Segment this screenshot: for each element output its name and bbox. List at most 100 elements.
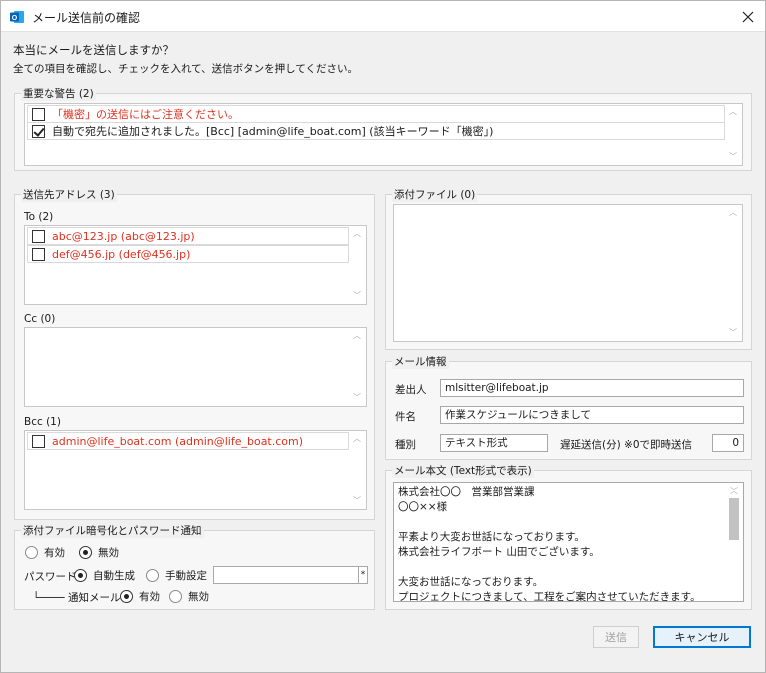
radio-button[interactable]: [74, 569, 87, 582]
cc-scrollbar[interactable]: ︿ ﹀: [349, 329, 365, 405]
bcc-list: admin@life_boat.com (admin@life_boat.com…: [24, 430, 367, 510]
radio-button[interactable]: [25, 546, 38, 559]
subject-label: 件名: [395, 411, 416, 423]
warnings-list: 「機密」の送信にはご注意ください。 自動で宛先に追加されました。[Bcc] [a…: [24, 103, 743, 166]
radio-label: 有効: [139, 591, 160, 603]
scroll-up-icon[interactable]: ︿: [728, 107, 738, 117]
cc-label: Cc (0): [24, 313, 56, 325]
notify-on-option[interactable]: 有効: [120, 589, 160, 604]
recipient-address: admin@life_boat.com (admin@life_boat.com…: [52, 434, 304, 448]
scroll-up-icon[interactable]: ︿: [728, 208, 738, 218]
encryption-group: 添付ファイル暗号化とパスワード通知 有効 無効 パスワード: 自動生成 手動設定…: [14, 523, 375, 610]
mail-body-line: 株式会社ライフボート 山田でございます。: [398, 546, 600, 558]
recipients-group: 送信先アドレス (3) To (2) abc@123.jp (abc@123.j…: [14, 187, 375, 520]
delay-label: 遅延送信(分) ※0で即時送信: [560, 439, 693, 451]
warning-checkbox[interactable]: [32, 124, 45, 138]
warning-checkbox[interactable]: [32, 107, 45, 121]
scroll-down-icon[interactable]: ﹀: [352, 496, 362, 506]
confirm-question: 本当にメールを送信しますか？: [13, 43, 174, 57]
scroll-thumb[interactable]: [729, 498, 739, 540]
recipient-checkbox[interactable]: [32, 434, 45, 448]
mail-body-label: メール本文 (Text形式で表示): [392, 463, 534, 478]
encryption-disabled-option[interactable]: 無効: [79, 545, 119, 560]
window-title: メール送信前の確認: [32, 11, 141, 25]
mail-body-line: 平素より大変お世話になっております。: [398, 531, 585, 543]
mail-info-group: メール情報 差出人 mlsitter@lifeboat.jp 件名 作業スケジュ…: [385, 354, 752, 460]
radio-button[interactable]: [120, 590, 133, 603]
radio-button[interactable]: [79, 546, 92, 559]
scroll-up-icon[interactable]: ︿: [352, 229, 362, 239]
cc-list: ︿ ﹀: [24, 327, 367, 407]
radio-label: 手動設定: [165, 570, 207, 582]
password-auto-option[interactable]: 自動生成: [74, 568, 135, 583]
warning-item[interactable]: 自動で宛先に追加されました。[Bcc] [admin@life_boat.com…: [27, 122, 725, 140]
warning-text: 自動で宛先に追加されました。[Bcc] [admin@life_boat.com…: [52, 125, 494, 138]
to-scrollbar[interactable]: ︿ ﹀: [349, 227, 365, 303]
sender-field: mlsitter@lifeboat.jp: [440, 379, 744, 397]
scroll-down-icon[interactable]: ﹀: [352, 291, 362, 301]
recipient-checkbox[interactable]: [32, 229, 45, 243]
warning-text: 「機密」の送信にはご注意ください。: [52, 108, 239, 121]
scroll-down-icon[interactable]: ﹀: [728, 152, 738, 162]
scroll-up-icon[interactable]: ︿: [352, 434, 362, 444]
mail-body-text: 株式会社〇〇 営業部営業課 〇〇××様 平素より大変お世話になっております。 株…: [393, 482, 744, 602]
attachments-scrollbar[interactable]: ︿ ﹀: [725, 206, 741, 340]
warnings-group: 重要な警告 (2) 「機密」の送信にはご注意ください。 自動で宛先に追加されまし…: [14, 86, 752, 171]
encryption-enabled-option[interactable]: 有効: [25, 545, 65, 560]
scroll-up-icon[interactable]: ︿: [352, 331, 362, 341]
to-recipient-item[interactable]: abc@123.jp (abc@123.jp): [27, 227, 349, 245]
send-button[interactable]: 送信: [593, 626, 639, 648]
recipient-checkbox[interactable]: [32, 247, 45, 261]
attachments-list: ︿ ﹀: [393, 204, 743, 342]
scroll-down-icon[interactable]: ﹀: [352, 393, 362, 403]
radio-button[interactable]: [146, 569, 159, 582]
scroll-down-icon[interactable]: ﹀: [728, 328, 738, 338]
type-field: テキスト形式: [440, 434, 548, 452]
attachments-group: 添付ファイル (0) ︿ ﹀: [385, 187, 752, 350]
mail-body-line: 株式会社〇〇 営業部営業課: [398, 486, 535, 498]
notify-off-option[interactable]: 無効: [169, 589, 209, 604]
password-label: パスワード:: [24, 571, 81, 583]
mail-body-scrollbar[interactable]: ︿ ﹀: [726, 484, 742, 540]
to-recipient-item[interactable]: def@456.jp (def@456.jp): [27, 245, 349, 263]
bcc-scrollbar[interactable]: ︿ ﹀: [349, 432, 365, 508]
password-reveal-button[interactable]: *: [358, 566, 368, 584]
radio-label: 無効: [188, 591, 209, 603]
recipients-label: 送信先アドレス (3): [21, 187, 117, 202]
notify-mail-label: └──── 通知メール:: [33, 592, 124, 604]
mail-body-line: [398, 560, 739, 575]
bcc-label: Bcc (1): [24, 416, 61, 428]
delay-field[interactable]: 0: [712, 434, 744, 452]
to-list: abc@123.jp (abc@123.jp) def@456.jp (def@…: [24, 225, 367, 305]
sender-label: 差出人: [395, 384, 427, 396]
to-label: To (2): [24, 211, 54, 223]
attachments-label: 添付ファイル (0): [392, 187, 478, 202]
warnings-scrollbar[interactable]: ︿ ﹀: [725, 105, 741, 164]
password-field[interactable]: [213, 566, 359, 584]
warnings-label: 重要な警告 (2): [21, 86, 96, 101]
type-label: 種別: [395, 439, 416, 451]
mail-info-label: メール情報: [392, 354, 449, 369]
bcc-recipient-item[interactable]: admin@life_boat.com (admin@life_boat.com…: [27, 432, 349, 450]
outlook-app-icon: O: [10, 11, 24, 23]
mail-body-line: プロジェクトにつきまして、工程をご案内させていただきます。: [398, 591, 701, 602]
mail-body-group: メール本文 (Text形式で表示) 株式会社〇〇 営業部営業課 〇〇××様 平素…: [385, 463, 752, 610]
svg-text:O: O: [12, 15, 18, 22]
radio-button[interactable]: [169, 590, 182, 603]
radio-label: 無効: [98, 547, 119, 559]
password-manual-option[interactable]: 手動設定: [146, 568, 207, 583]
mail-body-line: 大変お世話になっております。: [398, 576, 544, 588]
dialog-window: O メール送信前の確認 本当にメールを送信しますか？ 全ての項目を確認し、チェッ…: [0, 0, 766, 673]
subject-field: 作業スケジュールにつきまして: [440, 406, 744, 424]
title-bar: O メール送信前の確認: [1, 1, 765, 32]
encryption-label: 添付ファイル暗号化とパスワード通知: [21, 523, 204, 538]
mail-body-line: [398, 515, 739, 530]
scroll-down-icon[interactable]: ﹀: [729, 487, 739, 497]
close-icon: [742, 11, 754, 22]
confirm-instruction: 全ての項目を確認し、チェックを入れて、送信ボタンを押してください。: [13, 63, 359, 75]
recipient-address: abc@123.jp (abc@123.jp): [52, 229, 195, 243]
close-button[interactable]: [731, 1, 765, 32]
recipient-address: def@456.jp (def@456.jp): [52, 247, 191, 261]
warning-item[interactable]: 「機密」の送信にはご注意ください。: [27, 105, 725, 123]
cancel-button[interactable]: キャンセル: [653, 626, 751, 648]
